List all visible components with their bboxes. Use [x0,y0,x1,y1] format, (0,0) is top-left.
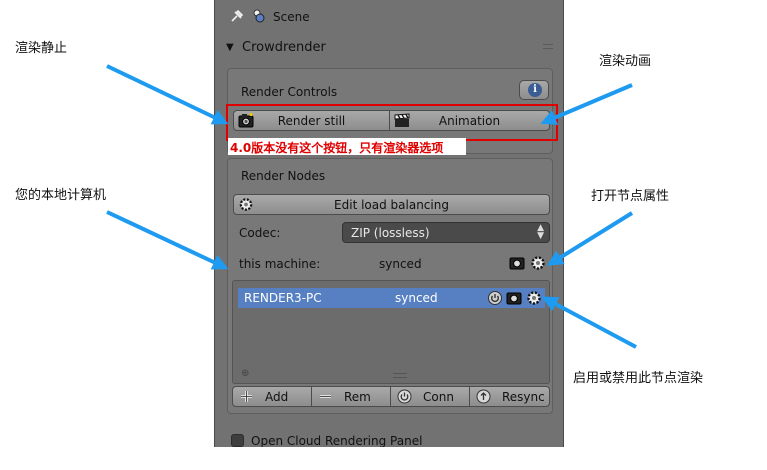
this-machine-label: this machine: [239,257,321,271]
render-nodes-title: Render Nodes [241,169,326,183]
codec-label: Codec: [239,226,281,240]
crowdrender-section-header[interactable]: ▼ Crowdrender [223,36,557,58]
highlight-box [226,104,558,141]
list-add-icon[interactable]: ⊕ [241,368,249,379]
machine-camera-icon[interactable] [509,255,525,271]
scene-label: Scene [273,10,310,24]
annotation-render-animation: 渲染动画 [599,54,652,69]
scene-breadcrumb: Scene [215,6,563,28]
node-status: synced [395,291,438,305]
select-arrows-icon: ▲ ▼ [537,223,544,241]
info-icon: i [528,83,542,97]
node-name: RENDER3-PC [244,291,322,305]
resync-label: Resync [502,390,545,404]
power-toggle-icon[interactable] [487,290,503,306]
codec-select[interactable]: ZIP (lossless) ▲ ▼ [342,222,550,243]
open-cloud-checkbox[interactable] [231,434,244,447]
version-note: 4.0版本没有这个按钮，只有渲染器选项 [230,141,444,155]
list-item[interactable]: RENDER3-PC synced [238,288,545,308]
conn-label: Conn [423,390,454,404]
info-button[interactable]: i [519,80,549,100]
power-icon [397,389,412,404]
crowdrender-panel: Scene ▼ Crowdrender Render Controls i Re… [214,0,564,447]
rem-label: Rem [344,390,371,404]
open-cloud-rendering-row[interactable]: Open Cloud Rendering Panel [229,434,559,447]
annotation-local-machine: 您的本地计算机 [15,188,107,203]
conn-button[interactable]: Conn [390,386,470,407]
add-label: Add [265,390,289,404]
add-button[interactable]: Add [232,386,312,407]
scene-icon [253,9,265,23]
machine-settings-gear-icon[interactable] [530,255,546,271]
node-toolbar: Add Rem Conn Resync [232,386,550,408]
arrow-render-still-icon [106,64,229,125]
this-machine-status: synced [379,257,422,271]
rem-button[interactable]: Rem [311,386,391,407]
drag-grip-icon[interactable] [543,44,553,49]
annotation-node-properties: 打开节点属性 [591,189,670,204]
plus-icon [241,391,252,402]
edit-load-balancing-label: Edit load balancing [334,198,449,212]
section-title: Crowdrender [242,40,326,55]
list-resize-grip-icon[interactable] [393,373,407,378]
edit-load-balancing-button[interactable]: Edit load balancing [233,194,550,215]
resync-button[interactable]: Resync [469,386,550,407]
annotation-enable-node: 启用或禁用此节点渲染 [573,371,704,386]
arrow-node-properties-icon [546,211,634,266]
node-camera-icon[interactable] [506,290,522,306]
render-controls-title: Render Controls [241,85,338,99]
annotation-render-still: 渲染静止 [15,41,68,56]
codec-value: ZIP (lossless) [351,226,430,240]
resync-icon [476,389,491,404]
arrow-local-machine-icon [106,210,229,270]
open-cloud-label: Open Cloud Rendering Panel [251,434,423,447]
collapse-triangle-icon[interactable]: ▼ [226,42,234,53]
node-settings-gear-icon[interactable] [526,290,542,306]
pin-icon[interactable] [229,8,245,24]
render-node-list[interactable]: RENDER3-PC synced ⊕ [232,280,550,384]
minus-icon [320,395,331,398]
